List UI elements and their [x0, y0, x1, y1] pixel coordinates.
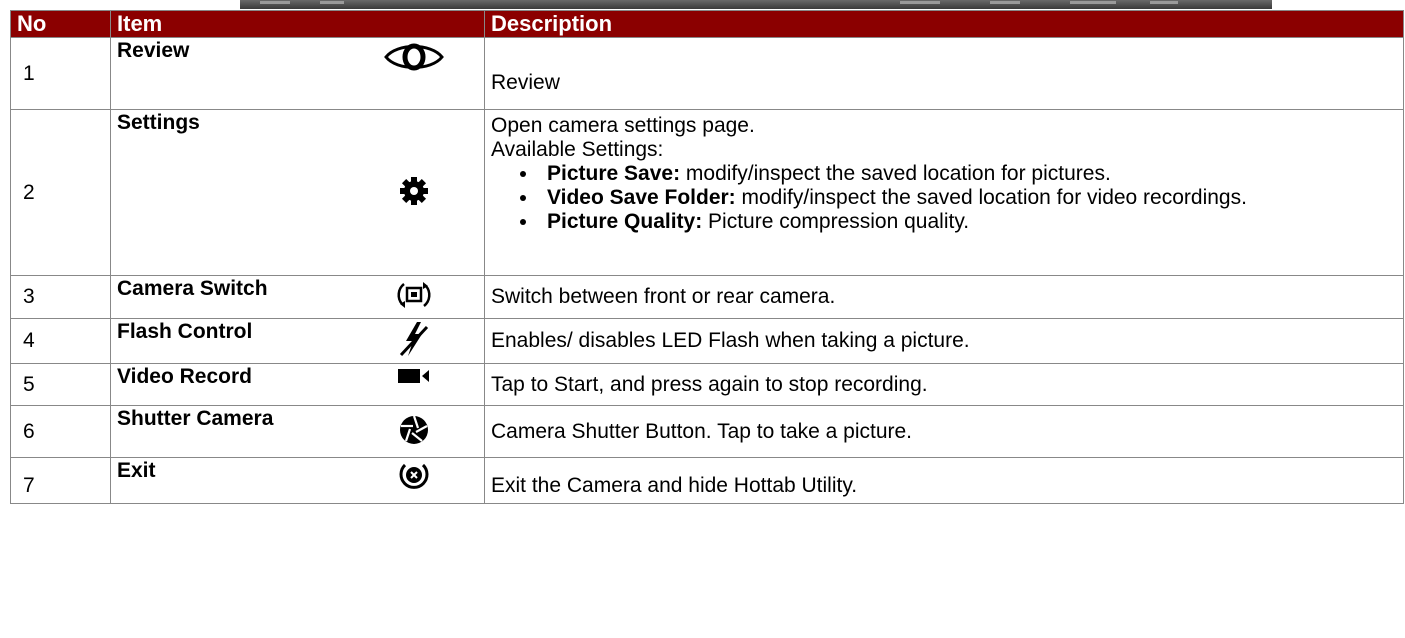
video-camera-icon — [396, 368, 432, 391]
item-description: Camera Shutter Button. Tap to take a pic… — [484, 405, 1404, 458]
shutter-icon — [398, 415, 430, 451]
item-name: Flash Control — [110, 318, 345, 364]
item-name: Exit — [110, 457, 345, 504]
option-text: modify/inspect the saved location for vi… — [735, 186, 1247, 209]
header-item: Item — [110, 10, 485, 38]
settings-options-list: Picture Save: modify/inspect the saved l… — [491, 162, 1397, 234]
item-description: Open camera settings page. — [491, 114, 755, 137]
list-item: Picture Quality: Picture compression qua… — [539, 210, 1397, 234]
cropped-screenshot-strip — [240, 0, 1272, 9]
camera-switch-icon — [396, 282, 432, 317]
row-number: 1 — [10, 37, 111, 110]
row-number: 3 — [10, 275, 111, 319]
item-description: Exit the Camera and hide Hottab Utility. — [484, 457, 1404, 504]
option-name: Picture Save: — [547, 162, 681, 185]
list-item: Video Save Folder: modify/inspect the sa… — [539, 186, 1397, 210]
exit-icon — [399, 463, 429, 495]
row-number: 6 — [10, 405, 111, 458]
table-row: 6 Shutter Camera Camera Shutter Button. … — [10, 405, 1404, 458]
item-description: Tap to Start, and press again to stop re… — [484, 363, 1404, 406]
row-number: 4 — [10, 318, 111, 364]
camera-controls-table: No Item Description 1 Review Review 2 Se… — [10, 10, 1404, 504]
table-row: 1 Review Review — [10, 37, 1404, 110]
table-row: 2 Settings Open camera settings page. Av… — [10, 109, 1404, 276]
option-text: modify/inspect the saved location for pi… — [680, 162, 1111, 185]
item-name: Shutter Camera — [110, 405, 345, 458]
row-number: 2 — [10, 109, 111, 276]
eye-icon — [383, 43, 445, 79]
item-name: Settings — [110, 109, 345, 276]
item-description: Enables/ disables LED Flash when taking … — [484, 318, 1404, 364]
item-name: Video Record — [110, 363, 345, 406]
option-text: Picture compression quality. — [702, 210, 970, 233]
item-name: Review — [110, 37, 345, 110]
table-row: 3 Camera Switch Switch between front or … — [10, 275, 1404, 319]
row-number: 5 — [10, 363, 111, 406]
list-item: Picture Save: modify/inspect the saved l… — [539, 162, 1397, 186]
table-row: 4 Flash Control Enables/ disables LED Fl… — [10, 318, 1404, 364]
row-number: 7 — [10, 457, 111, 504]
table-row: 7 Exit Exit the Camera and hide Hottab U… — [10, 457, 1404, 504]
header-description: Description — [484, 10, 1404, 38]
table-row: 5 Video Record Tap to Start, and press a… — [10, 363, 1404, 406]
header-no: No — [10, 10, 111, 38]
table-header-row: No Item Description — [10, 10, 1404, 38]
gear-icon — [399, 176, 429, 211]
item-name: Camera Switch — [110, 275, 345, 319]
flash-off-icon — [399, 322, 429, 362]
option-name: Video Save Folder: — [547, 186, 736, 209]
settings-subheading: Available Settings: — [491, 138, 664, 161]
item-description: Review — [484, 37, 1404, 110]
item-description: Switch between front or rear camera. — [484, 275, 1404, 319]
option-name: Picture Quality: — [547, 210, 703, 233]
